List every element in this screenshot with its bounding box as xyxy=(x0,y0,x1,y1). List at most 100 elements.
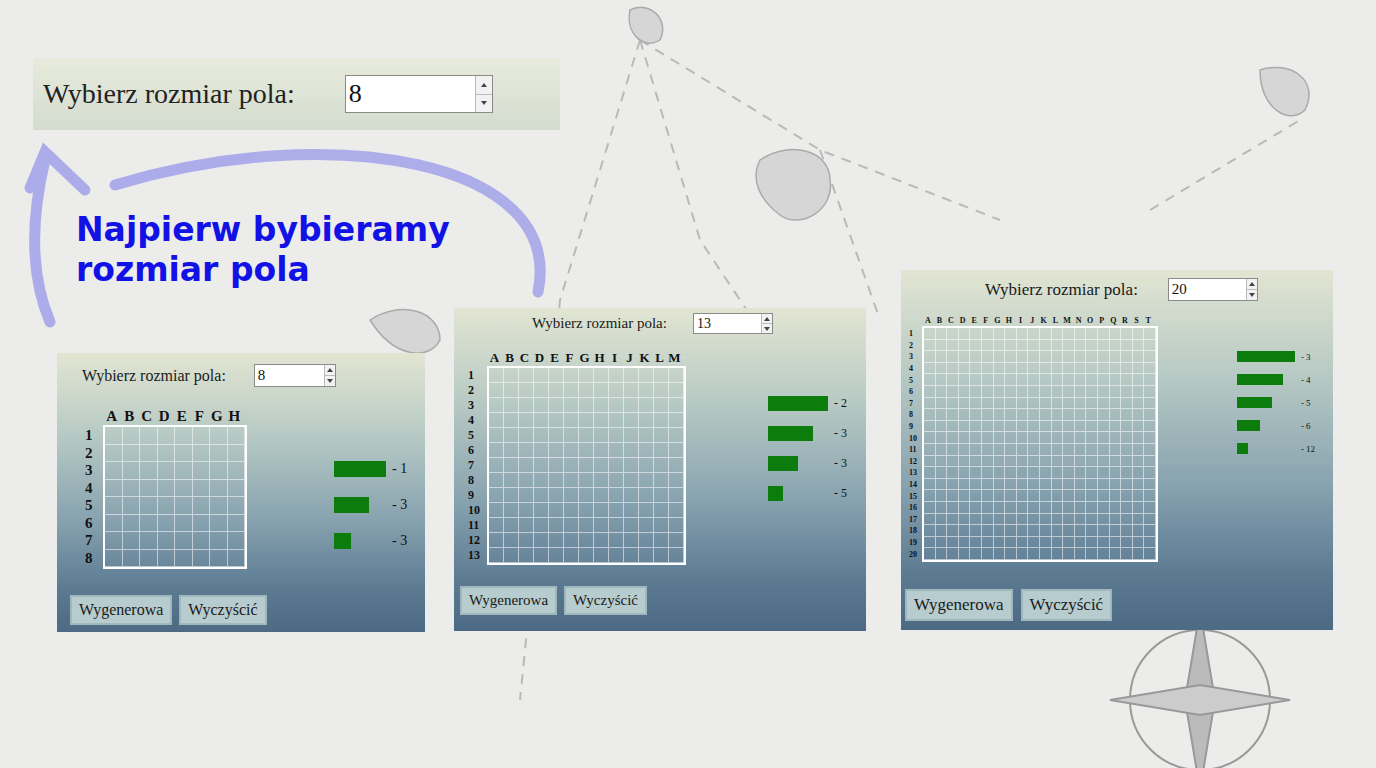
grid-cell[interactable] xyxy=(994,340,1006,352)
grid-cell[interactable] xyxy=(158,550,176,568)
grid-cell[interactable] xyxy=(936,548,948,560)
grid-cell[interactable] xyxy=(639,413,654,428)
grid-cell[interactable] xyxy=(549,428,564,443)
grid-cell[interactable] xyxy=(564,458,579,473)
grid-cell[interactable] xyxy=(1144,537,1156,549)
grid-cell[interactable] xyxy=(519,368,534,383)
grid-cell[interactable] xyxy=(609,443,624,458)
grid-cell[interactable] xyxy=(1121,502,1133,514)
grid-cell[interactable] xyxy=(1017,444,1029,456)
grid-cell[interactable] xyxy=(994,421,1006,433)
grid-cell[interactable] xyxy=(1121,363,1133,375)
grid-cell[interactable] xyxy=(970,386,982,398)
grid-cell[interactable] xyxy=(959,502,971,514)
grid-cell[interactable] xyxy=(1133,328,1145,340)
grid-cell[interactable] xyxy=(1005,456,1017,468)
grid-cell[interactable] xyxy=(959,514,971,526)
size-value[interactable]: 8 xyxy=(346,76,475,112)
grid-cell[interactable] xyxy=(1086,409,1098,421)
grid-cell[interactable] xyxy=(193,462,211,480)
grid-cell[interactable] xyxy=(1028,514,1040,526)
grid-cell[interactable] xyxy=(624,398,639,413)
grid-cell[interactable] xyxy=(1028,479,1040,491)
grid-cell[interactable] xyxy=(489,458,504,473)
grid-cell[interactable] xyxy=(1052,363,1064,375)
grid-cell[interactable] xyxy=(579,428,594,443)
grid-cell[interactable] xyxy=(140,445,158,463)
grid-cell[interactable] xyxy=(654,368,669,383)
grid-cell[interactable] xyxy=(1052,444,1064,456)
grid-cell[interactable] xyxy=(1052,525,1064,537)
grid-cell[interactable] xyxy=(924,386,936,398)
grid-cell[interactable] xyxy=(1144,351,1156,363)
grid-cell[interactable] xyxy=(609,488,624,503)
grid-cell[interactable] xyxy=(970,467,982,479)
grid-cell[interactable] xyxy=(1098,340,1110,352)
grid-cell[interactable] xyxy=(947,328,959,340)
grid-cell[interactable] xyxy=(609,398,624,413)
grid-cell[interactable] xyxy=(959,456,971,468)
grid-cell[interactable] xyxy=(669,503,684,518)
grid-cell[interactable] xyxy=(1086,444,1098,456)
grid-cell[interactable] xyxy=(228,445,246,463)
grid-cell[interactable] xyxy=(624,533,639,548)
grid-cell[interactable] xyxy=(1005,514,1017,526)
grid-cell[interactable] xyxy=(519,458,534,473)
grid-cell[interactable] xyxy=(140,462,158,480)
grid-cell[interactable] xyxy=(193,532,211,550)
size-value[interactable]: 8 xyxy=(255,365,324,386)
grid-cell[interactable] xyxy=(549,548,564,563)
grid-cell[interactable] xyxy=(982,340,994,352)
grid-cell[interactable] xyxy=(193,515,211,533)
grid-cell[interactable] xyxy=(609,368,624,383)
grid-cell[interactable] xyxy=(1098,537,1110,549)
grid-cell[interactable] xyxy=(970,328,982,340)
grid-cell[interactable] xyxy=(624,383,639,398)
grid-cell[interactable] xyxy=(1005,432,1017,444)
grid-cell[interactable] xyxy=(994,502,1006,514)
grid-cell[interactable] xyxy=(1063,525,1075,537)
generate-button[interactable]: Wygenerowa xyxy=(460,586,557,615)
grid-cell[interactable] xyxy=(624,548,639,563)
grid-cell[interactable] xyxy=(123,515,141,533)
grid-cell[interactable] xyxy=(534,488,549,503)
grid-cell[interactable] xyxy=(639,398,654,413)
grid-cell[interactable] xyxy=(519,518,534,533)
grid-cell[interactable] xyxy=(1052,351,1064,363)
grid-cell[interactable] xyxy=(970,514,982,526)
grid-cell[interactable] xyxy=(1005,351,1017,363)
grid-cell[interactable] xyxy=(1110,421,1122,433)
grid-cell[interactable] xyxy=(1005,363,1017,375)
grid-cell[interactable] xyxy=(579,548,594,563)
grid-cell[interactable] xyxy=(594,488,609,503)
grid-cell[interactable] xyxy=(639,458,654,473)
grid-cell[interactable] xyxy=(1144,421,1156,433)
grid-cell[interactable] xyxy=(579,533,594,548)
grid-cell[interactable] xyxy=(564,383,579,398)
grid-cell[interactable] xyxy=(924,548,936,560)
grid-cell[interactable] xyxy=(1121,398,1133,410)
grid-cell[interactable] xyxy=(594,533,609,548)
grid-cell[interactable] xyxy=(669,443,684,458)
grid-cell[interactable] xyxy=(609,503,624,518)
grid-cell[interactable] xyxy=(1063,398,1075,410)
grid-cell[interactable] xyxy=(1075,363,1087,375)
grid-cell[interactable] xyxy=(1098,328,1110,340)
grid-cell[interactable] xyxy=(1086,351,1098,363)
grid-cell[interactable] xyxy=(1086,525,1098,537)
grid-cell[interactable] xyxy=(1121,328,1133,340)
grid-cell[interactable] xyxy=(1052,328,1064,340)
grid-cell[interactable] xyxy=(924,363,936,375)
grid-cell[interactable] xyxy=(959,479,971,491)
grid-cell[interactable] xyxy=(1028,548,1040,560)
grid-cell[interactable] xyxy=(959,548,971,560)
grid-cell[interactable] xyxy=(982,479,994,491)
grid-cell[interactable] xyxy=(1063,537,1075,549)
size-input[interactable]: 20 xyxy=(1168,278,1258,301)
grid-cell[interactable] xyxy=(489,473,504,488)
grid-cell[interactable] xyxy=(924,456,936,468)
grid-cell[interactable] xyxy=(936,432,948,444)
grid-cell[interactable] xyxy=(579,368,594,383)
grid-cell[interactable] xyxy=(1040,548,1052,560)
grid-cell[interactable] xyxy=(959,386,971,398)
